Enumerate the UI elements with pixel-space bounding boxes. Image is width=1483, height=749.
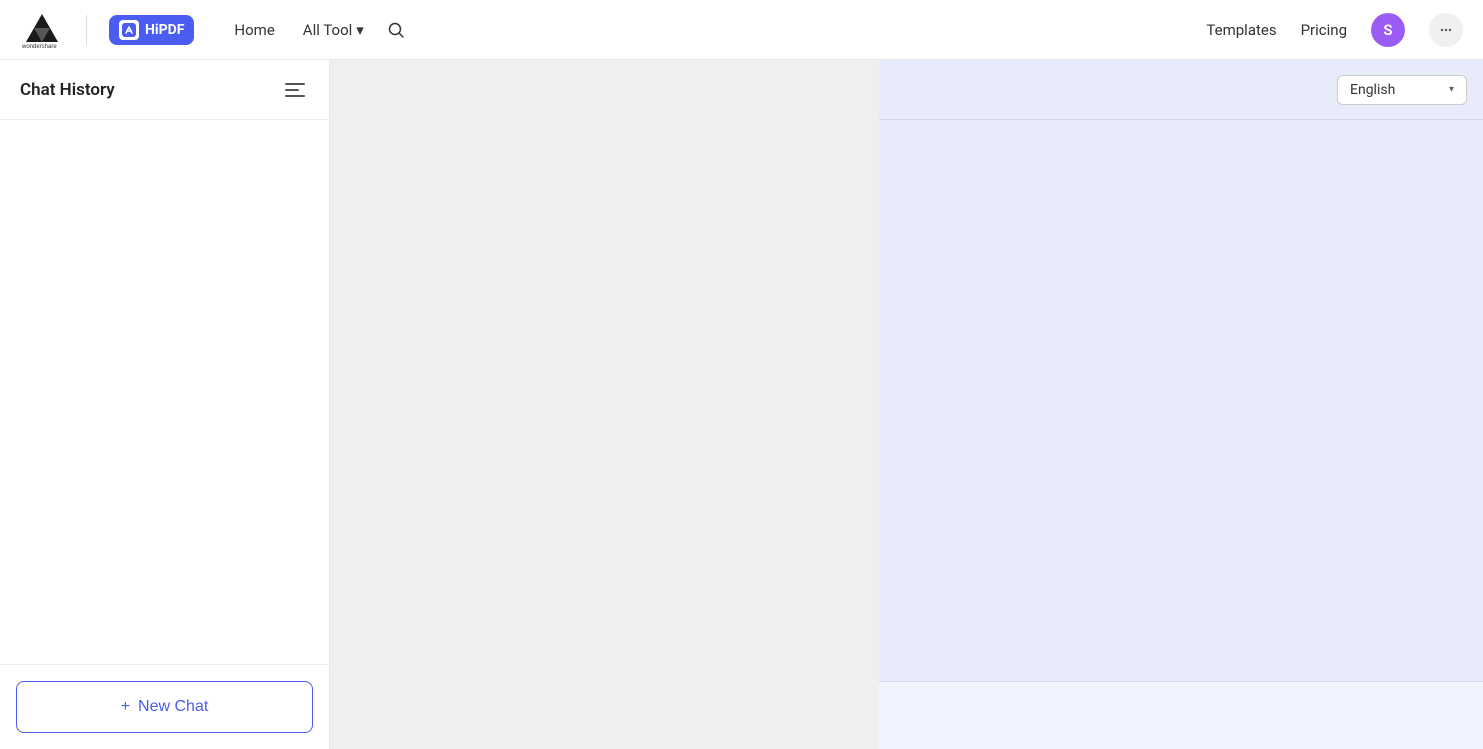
navbar-right: Templates Pricing S bbox=[1206, 13, 1463, 47]
chat-panel-body bbox=[879, 120, 1483, 681]
nav-pricing[interactable]: Pricing bbox=[1301, 21, 1347, 39]
language-selected-value: English bbox=[1350, 82, 1395, 98]
search-icon bbox=[387, 21, 405, 39]
language-chevron-icon: ▾ bbox=[1449, 84, 1454, 95]
chat-panel: English ▾ bbox=[879, 60, 1483, 749]
sidebar-title: Chat History bbox=[20, 80, 115, 100]
nav-templates[interactable]: Templates bbox=[1206, 21, 1276, 39]
sidebar-footer: + New Chat bbox=[0, 664, 329, 749]
collapse-icon bbox=[285, 82, 305, 98]
sidebar-header: Chat History bbox=[0, 60, 329, 120]
new-chat-plus-icon: + bbox=[121, 698, 130, 716]
nav-links: Home All Tool ▾ bbox=[222, 15, 375, 45]
chat-panel-footer bbox=[879, 681, 1483, 749]
menu-icon bbox=[1438, 22, 1454, 38]
hipdf-product-name: HiPDF bbox=[145, 22, 184, 38]
nav-home[interactable]: Home bbox=[222, 15, 286, 45]
svg-text:wondershare: wondershare bbox=[21, 44, 57, 48]
nav-all-tool[interactable]: All Tool ▾ bbox=[291, 15, 376, 45]
language-selector[interactable]: English ▾ bbox=[1337, 75, 1467, 105]
search-button[interactable] bbox=[380, 14, 412, 46]
main-content: Chat History + New Chat English bbox=[0, 60, 1483, 749]
document-viewer bbox=[330, 60, 879, 749]
hipdf-badge[interactable]: HiPDF bbox=[109, 15, 194, 45]
hipdf-badge-icon bbox=[119, 20, 139, 40]
all-tool-chevron-icon: ▾ bbox=[356, 21, 364, 39]
sidebar: Chat History + New Chat bbox=[0, 60, 330, 749]
navbar: wondershare HiPDF Home All Tool ▾ bbox=[0, 0, 1483, 60]
user-avatar[interactable]: S bbox=[1371, 13, 1405, 47]
new-chat-label: New Chat bbox=[138, 698, 208, 716]
chat-panel-header: English ▾ bbox=[879, 60, 1483, 120]
new-chat-button[interactable]: + New Chat bbox=[16, 681, 313, 733]
logo-divider bbox=[86, 15, 87, 45]
brand-logo[interactable]: wondershare HiPDF bbox=[20, 12, 194, 48]
sidebar-collapse-button[interactable] bbox=[281, 76, 309, 104]
nav-extra-button[interactable] bbox=[1429, 13, 1463, 47]
wondershare-logo: wondershare bbox=[20, 12, 64, 48]
sidebar-body bbox=[0, 120, 329, 664]
